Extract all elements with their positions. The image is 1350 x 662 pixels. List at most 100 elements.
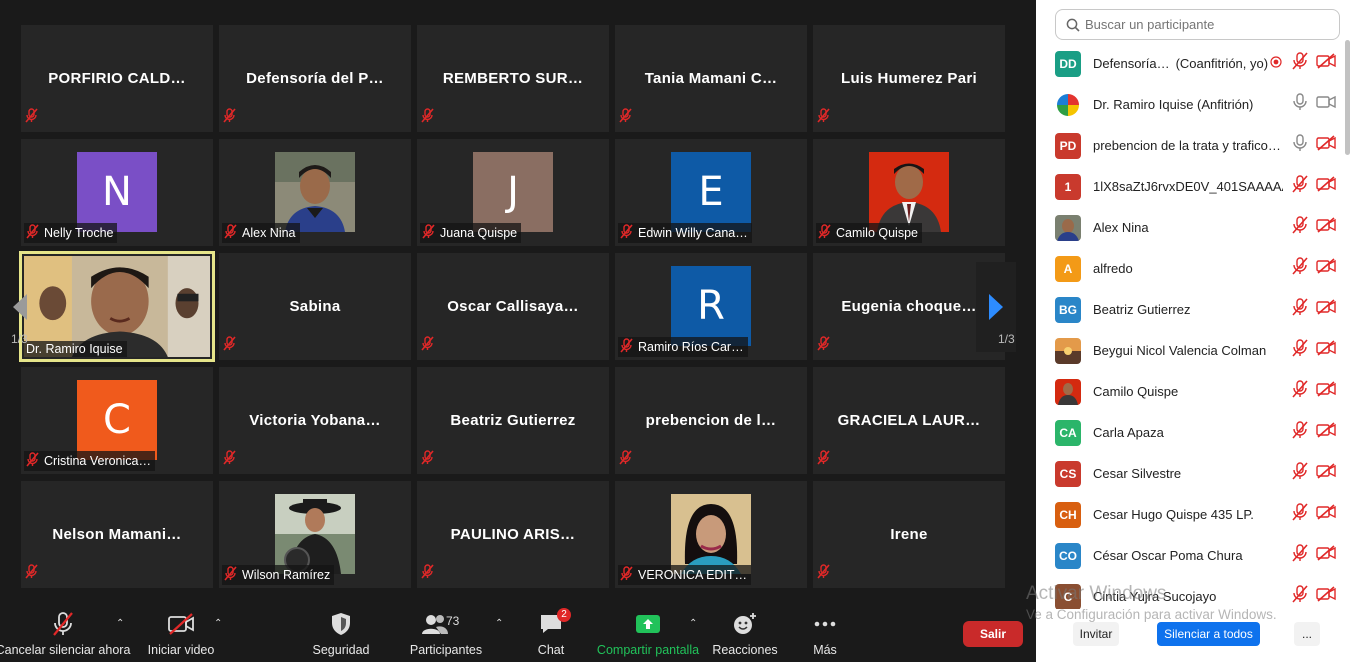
video-tile[interactable]: R Ramiro Ríos Car… (615, 253, 807, 360)
video-tile[interactable]: Wilson Ramírez (219, 481, 411, 588)
mic-muted-icon (620, 566, 633, 584)
video-tile[interactable]: E Edwin Willy Cana… (615, 139, 807, 246)
video-tile[interactable]: PORFIRIO CALD… (21, 25, 213, 132)
avatar: CO (1055, 542, 1081, 569)
share-options-caret[interactable]: ⌃ (689, 618, 697, 629)
mic-muted-icon (421, 336, 434, 356)
security-button[interactable]: Seguridad (310, 610, 372, 657)
video-tile[interactable]: REMBERTO SUR… (417, 25, 609, 132)
participant-row[interactable]: Dr. Ramiro Iquise (Anfitrión) (1036, 84, 1336, 125)
participant-name: Cristina Veronica… (44, 454, 151, 468)
page-indicator-left: 1/3 (11, 332, 28, 346)
mic-muted-icon (1292, 462, 1308, 485)
participant-row[interactable]: CS Cesar Silvestre (1036, 453, 1336, 494)
mic-muted-icon (421, 564, 434, 584)
participant-name: Defensoría del P… (246, 70, 384, 87)
video-tile[interactable]: Alex Nina (219, 139, 411, 246)
mic-muted-icon (223, 108, 236, 128)
video-tile[interactable]: Sabina (219, 253, 411, 360)
participant-name: Defensoría… (Coanfitrión, yo) (1093, 56, 1268, 71)
mic-icon (1292, 93, 1308, 116)
avatar: 1 (1055, 173, 1081, 200)
chat-button[interactable]: 2 Chat (530, 608, 572, 657)
participant-list-scrollbar[interactable] (1345, 40, 1350, 155)
participant-name-label: Camilo Quispe (816, 223, 922, 243)
participant-name: Camilo Quispe (836, 226, 918, 240)
participant-name-label: Juana Quispe (420, 223, 522, 243)
video-tile[interactable]: VERONICA EDIT… (615, 481, 807, 588)
participant-name: Tania Mamani C… (644, 70, 778, 87)
start-video-button[interactable]: Iniciar video (144, 610, 218, 657)
video-off-icon (1316, 299, 1336, 320)
participant-row[interactable]: CO César Oscar Poma Chura (1036, 535, 1336, 576)
video-tile[interactable]: J Juana Quispe (417, 139, 609, 246)
participant-row[interactable]: BG Beatriz Gutierrez (1036, 289, 1336, 330)
participant-row[interactable]: CH Cesar Hugo Quispe 435 LP. (1036, 494, 1336, 535)
more-button[interactable]: Más (806, 610, 844, 657)
participant-row[interactable]: Camilo Quispe (1036, 371, 1336, 412)
video-tile[interactable]: N Nelly Troche (21, 139, 213, 246)
avatar: R (671, 266, 751, 346)
mute-all-button[interactable]: Silenciar a todos (1157, 622, 1260, 646)
video-tile[interactable]: Victoria Yobana… (219, 367, 411, 474)
video-tile[interactable]: Luis Humerez Pari (813, 25, 1005, 132)
share-screen-button[interactable]: Compartir pantalla (596, 610, 700, 657)
profile-photo (275, 494, 355, 574)
mic-icon (1292, 134, 1308, 157)
video-tile[interactable]: GRACIELA LAUR… (813, 367, 1005, 474)
participant-row[interactable]: PD prebencion de la trata y trafico… (1036, 125, 1336, 166)
unmute-button[interactable]: Cancelar silenciar ahora (0, 610, 130, 657)
search-input[interactable] (1085, 17, 1325, 32)
participants-panel: DD Defensoría… (Coanfitrión, yo) Dr. Ramiro… (1036, 0, 1350, 662)
chat-unread-badge: 2 (557, 608, 571, 622)
participant-row[interactable]: C Cintia Yujra Sucojayo (1036, 576, 1336, 609)
video-tile[interactable]: prebencion de l… (615, 367, 807, 474)
video-tile[interactable]: Irene (813, 481, 1005, 588)
avatar: J (473, 152, 553, 232)
video-off-icon (1316, 545, 1336, 566)
participant-name: Nelson Mamani… (52, 526, 182, 543)
video-tile[interactable]: Camilo Quispe (813, 139, 1005, 246)
audio-options-caret[interactable]: ⌃ (116, 618, 124, 629)
participant-row[interactable]: Alex Nina (1036, 207, 1336, 248)
mic-muted-icon (223, 336, 236, 356)
participant-search[interactable] (1055, 9, 1340, 40)
participant-row[interactable]: 1 1lX8saZtJ6rvxDE0V_401SAAAAA… (1036, 166, 1336, 207)
participant-row[interactable]: Aalfredo (1036, 248, 1336, 289)
panel-footer: Invitar Silenciar a todos ... (1036, 610, 1350, 662)
participant-name: Dr. Ramiro Iquise (26, 342, 123, 356)
video-options-caret[interactable]: ⌃ (214, 618, 222, 629)
mic-muted-icon (25, 564, 38, 584)
mic-muted-icon (1292, 298, 1308, 321)
video-tile[interactable]: Dr. Ramiro Iquise (19, 251, 215, 362)
participant-row[interactable]: CA Carla Apaza (1036, 412, 1336, 453)
shield-icon (331, 610, 351, 638)
participant-row[interactable]: DD Defensoría… (Coanfitrión, yo) (1036, 43, 1336, 84)
reactions-button[interactable]: Reacciones (712, 610, 778, 657)
participants-options-caret[interactable]: ⌃ (495, 618, 503, 629)
participant-name-text: Alex Nina (1093, 220, 1149, 235)
video-tile[interactable]: Nelson Mamani… (21, 481, 213, 588)
video-tile[interactable]: Tania Mamani C… (615, 25, 807, 132)
video-tile[interactable]: Defensoría del P… (219, 25, 411, 132)
leave-meeting-button[interactable]: Salir (963, 621, 1023, 647)
video-off-icon (1316, 135, 1336, 156)
participant-list: DD Defensoría… (Coanfitrión, yo) Dr. Ramiro… (1036, 43, 1350, 609)
participants-button[interactable]: 73 Participantes (408, 610, 484, 657)
video-tile[interactable]: Beatriz Gutierrez (417, 367, 609, 474)
video-off-icon (1316, 381, 1336, 402)
video-tile[interactable]: Oscar Callisaya… (417, 253, 609, 360)
mic-muted-icon (1292, 503, 1308, 526)
video-tile[interactable]: PAULINO ARIS… (417, 481, 609, 588)
panel-more-button[interactable]: ... (1294, 622, 1320, 646)
participant-name-text: Beygui Nicol Valencia Colman (1093, 343, 1267, 358)
avatar: A (1055, 255, 1081, 282)
invite-button[interactable]: Invitar (1073, 622, 1119, 646)
participant-row[interactable]: Beygui Nicol Valencia Colman (1036, 330, 1336, 371)
mic-muted-icon (1292, 175, 1308, 198)
page-indicator-right: 1/3 (998, 332, 1015, 346)
participant-name-text: Defensoría… (1093, 56, 1170, 71)
mic-muted-icon (1292, 339, 1308, 362)
video-tile[interactable]: C Cristina Veronica… (21, 367, 213, 474)
smiley-plus-icon (732, 610, 758, 638)
